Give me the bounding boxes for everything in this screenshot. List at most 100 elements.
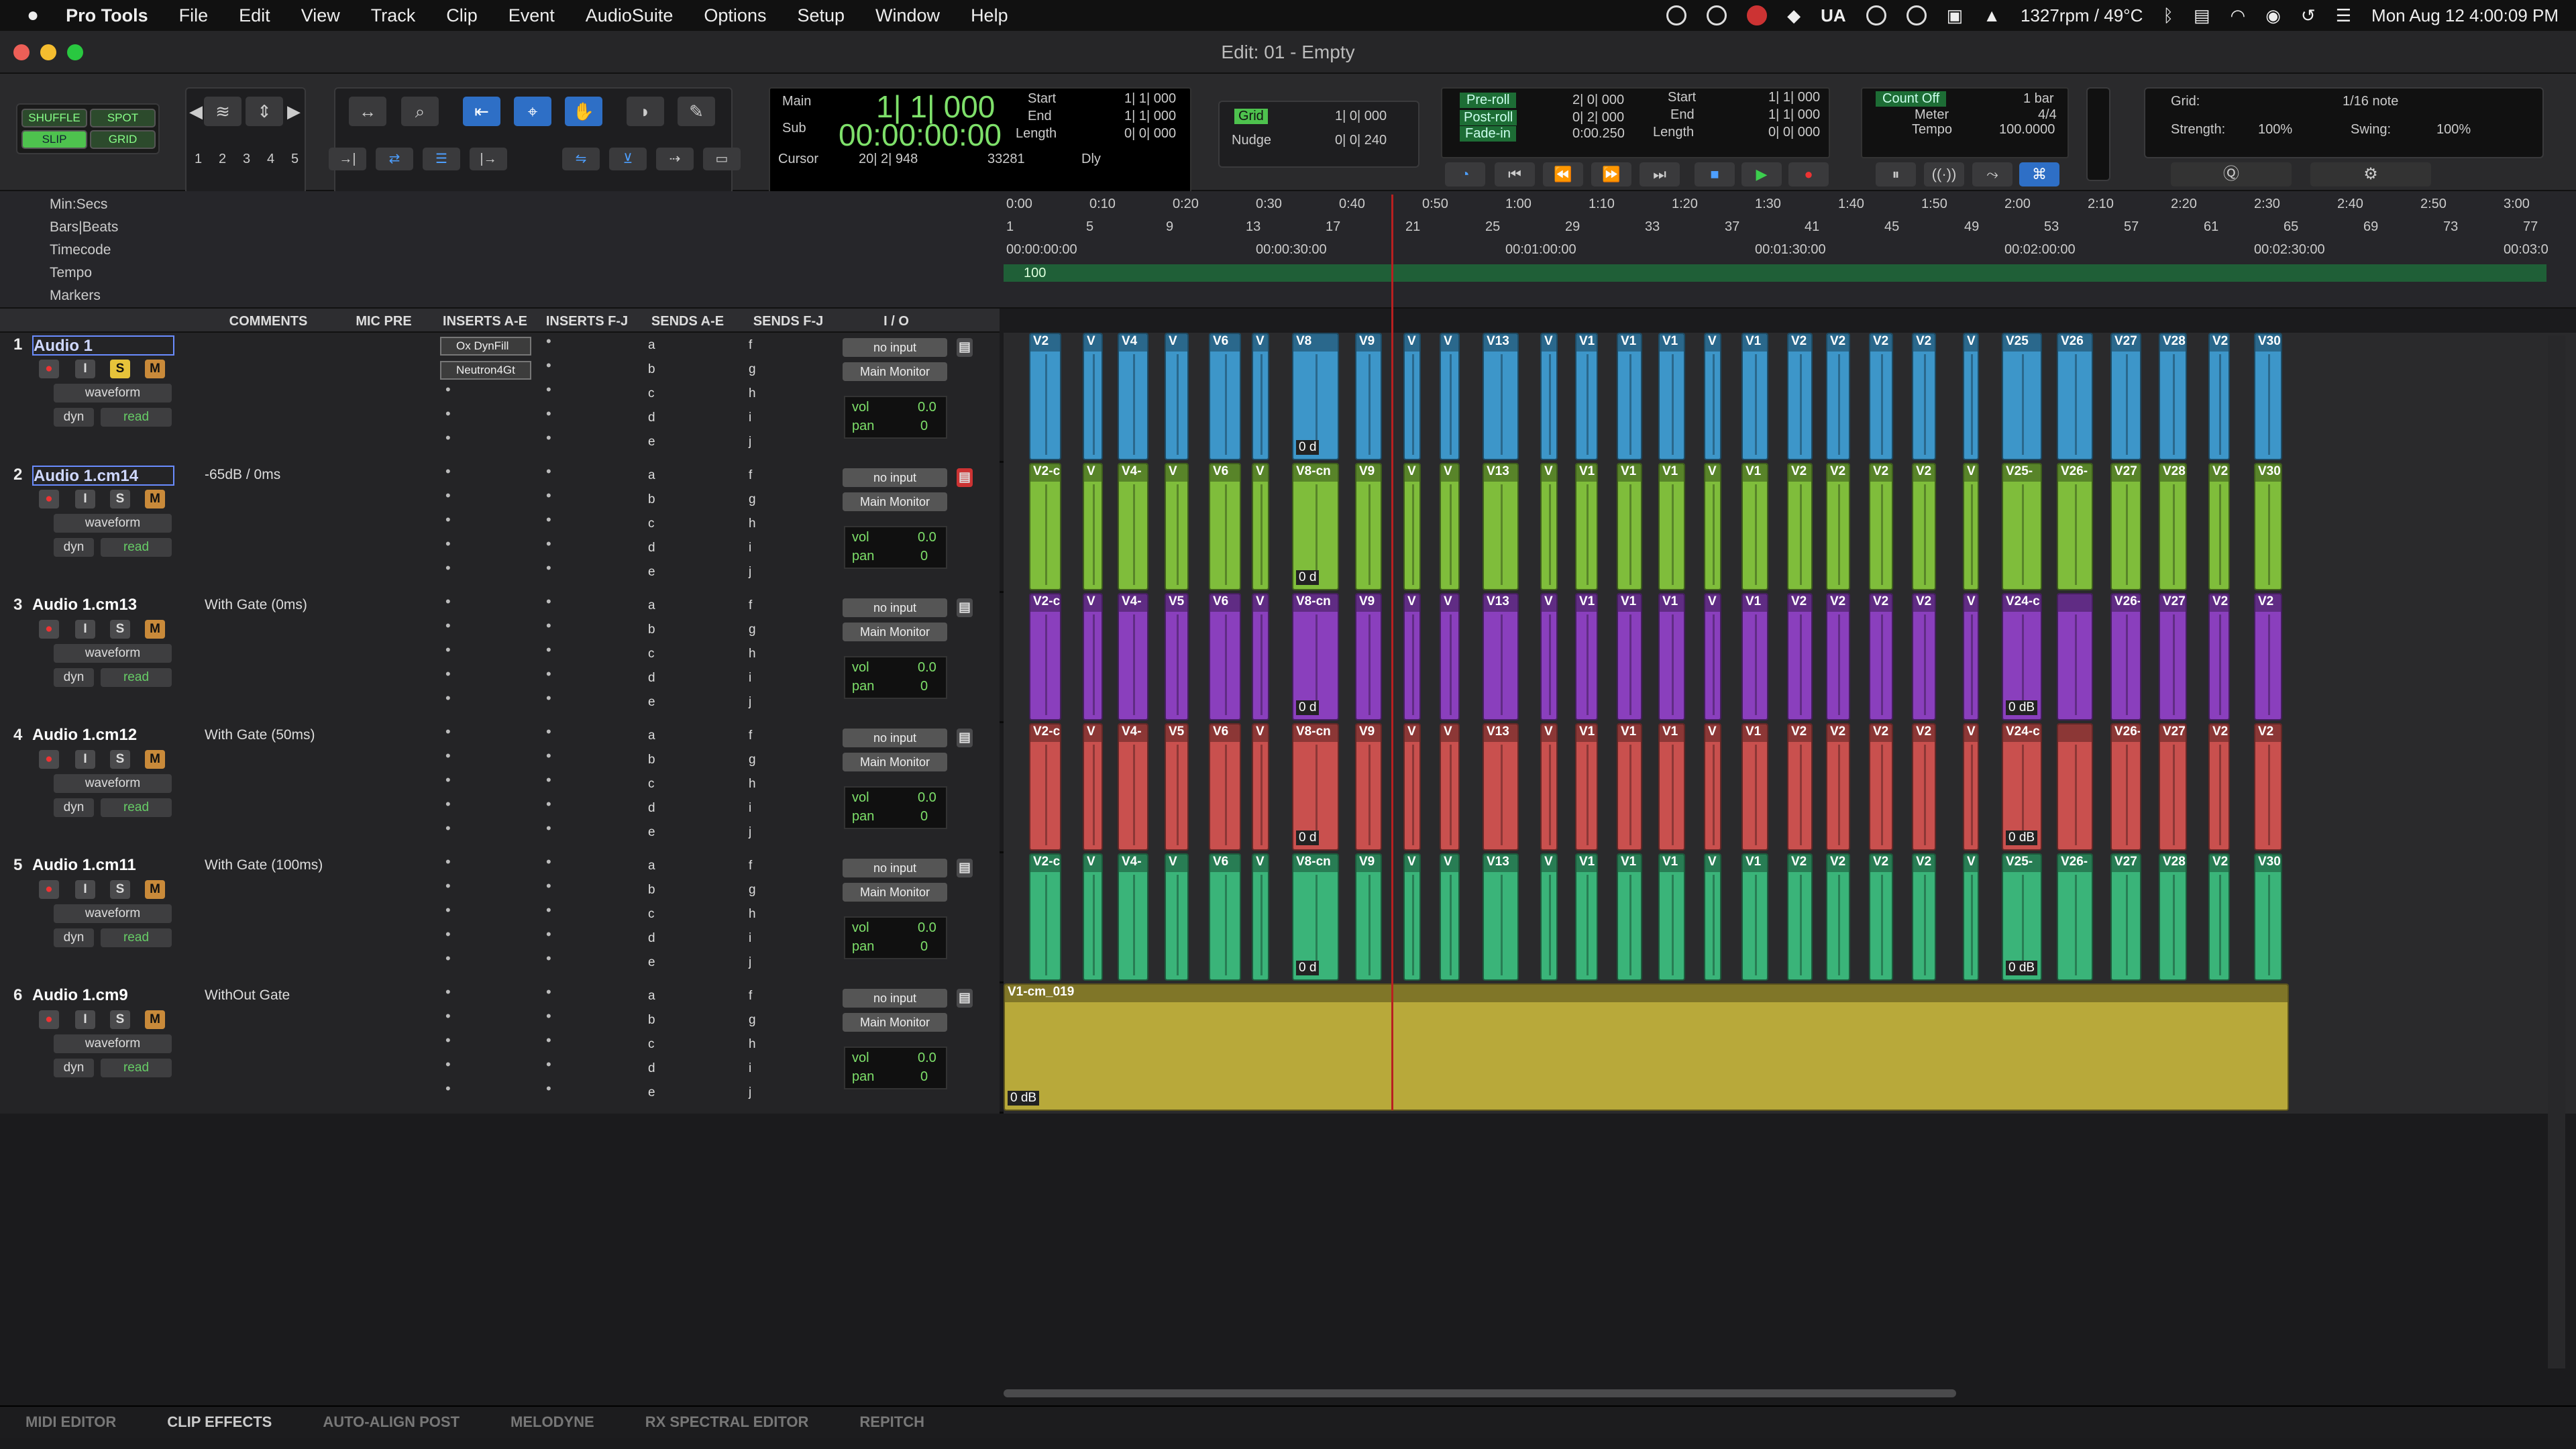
insert-slot[interactable]: • xyxy=(445,820,451,837)
menu-window[interactable]: Window xyxy=(875,5,940,26)
vol-pan-display[interactable]: vol 0.0 pan 0 xyxy=(844,1046,947,1089)
audio-clip[interactable]: V2 xyxy=(1826,593,1850,720)
apple-icon[interactable]: ● xyxy=(27,4,39,27)
audio-clip[interactable]: V xyxy=(1963,463,1979,590)
automation-mode-selector[interactable]: read xyxy=(101,798,172,817)
track-menu-icon[interactable]: ▤ xyxy=(957,338,973,357)
automation-mode-selector[interactable]: read xyxy=(101,928,172,947)
track-menu-icon[interactable]: ▤ xyxy=(957,468,973,487)
send-slot[interactable]: a xyxy=(648,468,655,483)
track-view-selector[interactable]: waveform xyxy=(54,514,172,533)
zoom-preset-2[interactable]: 2 xyxy=(219,152,226,167)
send-slot-fj[interactable]: g xyxy=(749,1013,756,1028)
send-slot-fj[interactable]: g xyxy=(749,753,756,767)
audio-clip[interactable]: V xyxy=(1540,463,1558,590)
audio-clip[interactable]: V xyxy=(1403,333,1421,460)
nudge-label[interactable]: Nudge xyxy=(1232,133,1271,148)
audio-clip[interactable]: V xyxy=(1440,463,1460,590)
audio-clip[interactable]: V9 xyxy=(1355,853,1382,981)
audio-clip[interactable]: V4 xyxy=(1118,333,1148,460)
fadein-value[interactable]: 0:00.250 xyxy=(1572,126,1625,142)
trim-tool-icon[interactable]: ⇤ xyxy=(463,97,500,126)
audio-clip[interactable]: V26- xyxy=(2110,723,2141,851)
vol-value[interactable]: 0.0 xyxy=(918,530,936,545)
send-slot[interactable]: d xyxy=(648,801,655,816)
spot-mode-button[interactable]: SPOT xyxy=(90,109,156,127)
send-slot-fj[interactable]: f xyxy=(749,729,752,743)
send-slot[interactable]: b xyxy=(648,883,655,898)
zoom-preset-3[interactable]: 3 xyxy=(243,152,250,167)
insert-slot[interactable]: • xyxy=(445,535,451,553)
vol-pan-display[interactable]: vol 0.0 pan 0 xyxy=(844,916,947,959)
wireless-icon[interactable]: ((·)) xyxy=(1924,162,1964,186)
insert-slot-fj[interactable]: • xyxy=(546,1056,551,1073)
input-selector[interactable]: no input xyxy=(843,729,947,747)
output-selector[interactable]: Main Monitor xyxy=(843,362,947,381)
postroll-label[interactable]: Post-roll xyxy=(1460,110,1517,125)
meter-value[interactable]: 4/4 xyxy=(2038,107,2057,123)
track-view-selector[interactable]: waveform xyxy=(54,644,172,663)
insert-slot[interactable]: • xyxy=(445,747,451,765)
tempo-marker[interactable]: 100 xyxy=(1024,266,1046,281)
send-slot-fj[interactable]: i xyxy=(749,1061,751,1076)
grid-value[interactable]: 1| 0| 000 xyxy=(1335,109,1387,124)
col-sends-fj[interactable]: SENDS F-J xyxy=(738,314,839,329)
menu-view[interactable]: View xyxy=(301,5,340,26)
send-slot[interactable]: c xyxy=(648,517,655,531)
track-menu-icon[interactable]: ▤ xyxy=(957,729,973,747)
audio-clip[interactable]: V2 xyxy=(1912,723,1936,851)
audio-clip[interactable]: V xyxy=(1704,463,1721,590)
insert-slot-fj[interactable]: • xyxy=(546,723,551,741)
audio-clip[interactable]: V1 xyxy=(1658,463,1685,590)
timebase-selector[interactable]: dyn xyxy=(54,668,94,687)
send-slot-fj[interactable]: j xyxy=(749,565,751,580)
col-comments[interactable]: COMMENTS xyxy=(201,314,335,329)
grid-label[interactable]: Grid xyxy=(1234,109,1268,124)
zoom-preset-1[interactable]: 1 xyxy=(195,152,202,167)
audio-clip[interactable]: V6 xyxy=(1209,333,1241,460)
audio-clip[interactable]: V xyxy=(1403,593,1421,720)
track-menu-icon[interactable]: ▤ xyxy=(957,859,973,877)
audio-clip[interactable]: V2 xyxy=(1787,593,1813,720)
online-icon[interactable]: ◔ xyxy=(1445,162,1485,186)
audio-clip[interactable]: V28 xyxy=(2208,723,2230,851)
audio-clip[interactable]: V2-c xyxy=(1029,463,1061,590)
settings-gear-icon[interactable]: ⚙ xyxy=(2310,162,2431,186)
bluetooth-icon[interactable]: ᛒ xyxy=(2163,5,2174,26)
audio-clip[interactable]: V2 xyxy=(1787,463,1813,590)
insert-slot[interactable]: • xyxy=(445,1056,451,1073)
send-slot[interactable]: d xyxy=(648,931,655,946)
send-slot[interactable]: e xyxy=(648,435,655,449)
menu-file[interactable]: File xyxy=(179,5,209,26)
audio-clip[interactable]: V xyxy=(1540,333,1558,460)
return-to-zero-icon[interactable]: ⏮ xyxy=(1495,162,1535,186)
audio-clip[interactable]: V28 xyxy=(2159,463,2187,590)
audio-clip[interactable]: V xyxy=(1083,723,1103,851)
insert-slot-fj[interactable]: • xyxy=(546,771,551,789)
output-selector[interactable]: Main Monitor xyxy=(843,492,947,511)
insert-slot-fj[interactable]: • xyxy=(546,559,551,577)
audio-clip[interactable]: V xyxy=(1963,853,1979,981)
input-selector[interactable]: no input xyxy=(843,598,947,617)
send-slot-fj[interactable]: i xyxy=(749,671,751,686)
insert-slot-fj[interactable]: • xyxy=(546,926,551,943)
insert-slot-fj[interactable]: • xyxy=(546,853,551,871)
send-slot-fj[interactable]: i xyxy=(749,801,751,816)
airplay-icon[interactable]: ◉ xyxy=(2265,5,2281,26)
pan-value[interactable]: 0 xyxy=(920,809,928,824)
waveform-zoom-icon[interactable]: ≋ xyxy=(204,97,241,126)
audio-clip[interactable]: V9 xyxy=(1355,593,1382,720)
col-io[interactable]: I / O xyxy=(843,314,950,329)
audio-clip[interactable]: V xyxy=(1963,593,1979,720)
tab-to-transient-icon[interactable]: →| xyxy=(329,148,366,170)
input-monitor-button[interactable]: I xyxy=(75,1010,95,1029)
audio-clip[interactable]: V1 xyxy=(1741,853,1768,981)
insert-slot[interactable]: • xyxy=(445,405,451,423)
vol-pan-display[interactable]: vol 0.0 pan 0 xyxy=(844,786,947,829)
audio-clip[interactable]: V2 xyxy=(1869,333,1893,460)
insert-slot-fj[interactable]: • xyxy=(546,381,551,398)
insert-slot-fj[interactable]: • xyxy=(546,535,551,553)
send-slot-fj[interactable]: g xyxy=(749,623,756,637)
send-slot-fj[interactable]: i xyxy=(749,931,751,946)
vol-value[interactable]: 0.0 xyxy=(918,920,936,936)
